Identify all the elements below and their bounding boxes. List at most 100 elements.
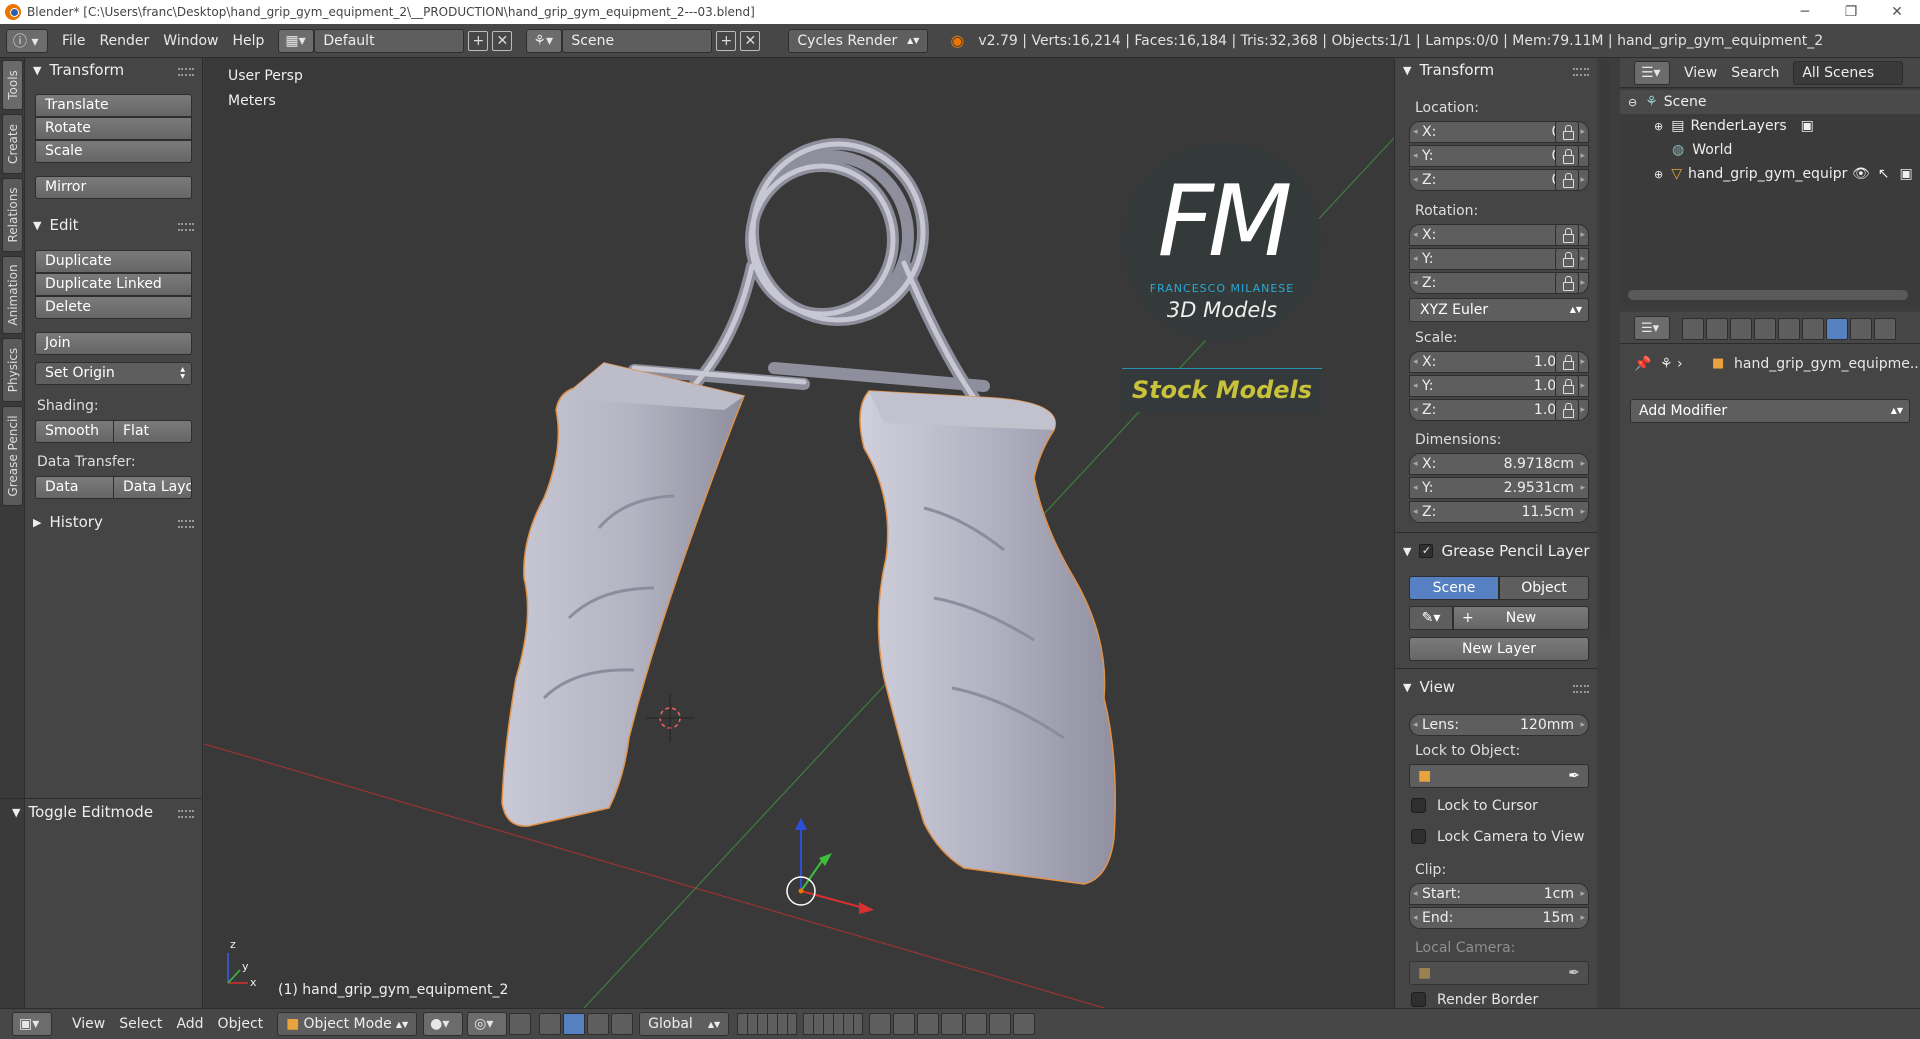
lock-object-field[interactable]: ■ ✒ — [1409, 764, 1589, 788]
scale-manipulator-icon[interactable] — [587, 1013, 610, 1035]
translate-manipulator-icon[interactable] — [539, 1013, 562, 1035]
drag-grip-icon[interactable] — [1573, 68, 1589, 76]
screen-layout-icon[interactable]: ▦▾ — [278, 28, 315, 53]
lock-location-y-icon[interactable] — [1555, 145, 1579, 167]
manipulator-toggle-icon[interactable] — [509, 1013, 532, 1035]
lock-camera-checkbox[interactable] — [1411, 829, 1426, 844]
transform-panel-header[interactable]: ▼ Transform — [33, 61, 124, 79]
maximize-button[interactable]: ❐ — [1828, 4, 1874, 20]
lens-field[interactable]: Lens: 120mm — [1409, 714, 1589, 736]
tab-relations[interactable]: Relations — [2, 178, 23, 252]
smooth-button[interactable]: Smooth — [35, 420, 114, 443]
render-layers-tab-icon[interactable] — [1706, 318, 1728, 340]
properties-scrollbar[interactable] — [1600, 60, 1610, 640]
eyedropper-icon[interactable]: ✒ — [1568, 765, 1580, 787]
3d-cursor-icon[interactable] — [646, 694, 694, 742]
grease-pencil-layer-header[interactable]: ▼ ✓ Grease Pencil Layer — [1403, 542, 1590, 560]
drag-grip-icon[interactable] — [1573, 685, 1589, 693]
mirror-button[interactable]: Mirror — [35, 176, 192, 199]
grease-scene-button[interactable]: Scene — [1409, 576, 1499, 600]
layers-grid-1[interactable] — [737, 1013, 798, 1035]
tab-create[interactable]: Create — [2, 114, 23, 174]
lock-to-cursor-checkbox[interactable] — [1411, 798, 1426, 813]
scene-field[interactable]: Scene — [562, 28, 713, 53]
lock-scale-z-icon[interactable] — [1555, 399, 1579, 421]
editor-type-info-button[interactable]: ⓘ ▾ — [6, 28, 48, 53]
collapse-icon[interactable]: ⊖ — [1628, 96, 1637, 109]
visibility-eye-icon[interactable]: 👁 — [1852, 166, 1870, 182]
render-preview-icon[interactable] — [989, 1013, 1012, 1035]
lock-rotation-x-icon[interactable] — [1555, 224, 1579, 246]
render-engine-dropdown[interactable]: Cycles Render ▲▼ — [788, 28, 929, 53]
data-transfer-button[interactable]: Data — [35, 476, 114, 499]
n-transform-header[interactable]: ▼ Transform — [1403, 61, 1494, 79]
new-layer-button[interactable]: New Layer — [1409, 637, 1589, 661]
outliner-editor-icon[interactable]: ☰▾ — [1634, 60, 1670, 85]
menu-help[interactable]: Help — [232, 33, 264, 49]
delete-button[interactable]: Delete — [35, 296, 192, 319]
outliner-row-renderlayers[interactable]: ⊕ ▤ RenderLayers ▣ — [1620, 114, 1920, 138]
grease-object-button[interactable]: Object — [1499, 576, 1589, 600]
right-handle-mesh[interactable] — [859, 390, 1116, 885]
outliner-scrollbar[interactable] — [1628, 290, 1908, 300]
object-tab-icon[interactable] — [1778, 318, 1800, 340]
translate-button[interactable]: Translate — [35, 94, 192, 117]
duplicate-button[interactable]: Duplicate — [35, 250, 192, 273]
lock-location-z-icon[interactable] — [1555, 169, 1579, 191]
orientation-dropdown[interactable]: Global ▲▼ — [639, 1012, 730, 1036]
data-tab-icon[interactable] — [1850, 318, 1872, 340]
menu-add[interactable]: Add — [176, 1016, 203, 1032]
tab-animation[interactable]: Animation — [2, 256, 23, 334]
expand-icon[interactable]: ⊕ — [1654, 120, 1663, 133]
dimension-y-field[interactable]: Y: 2.9531cm — [1409, 477, 1589, 499]
drag-grip-icon[interactable] — [178, 810, 194, 818]
transform-manipulator-icon[interactable] — [786, 818, 874, 914]
grease-new-button[interactable]: + New — [1453, 606, 1589, 630]
tab-grease-pencil[interactable]: Grease Pencil — [2, 406, 23, 506]
view-panel-header[interactable]: ▼ View — [1403, 678, 1455, 696]
pencil-datablock-icon[interactable]: ✎▾ — [1409, 606, 1453, 630]
outliner-search-menu[interactable]: Search — [1731, 65, 1779, 81]
render-tab-icon[interactable] — [1682, 318, 1704, 340]
eyedropper-icon[interactable]: ✒ — [1568, 962, 1580, 984]
outliner-view-menu[interactable]: View — [1684, 65, 1717, 81]
selectability-cursor-icon[interactable]: ↖ — [1878, 166, 1890, 182]
viewport-shading-icon[interactable]: ●▾ — [423, 1012, 464, 1036]
render-camera-icon[interactable]: ▣ — [1900, 166, 1913, 182]
material-tab-icon[interactable] — [1874, 318, 1896, 340]
join-button[interactable]: Join — [35, 332, 192, 355]
left-handle-mesh[interactable] — [501, 362, 746, 827]
rotation-mode-dropdown[interactable]: XYZ Euler ▲▼ — [1409, 298, 1589, 322]
mode-dropdown[interactable]: ■ Object Mode ▲▼ — [277, 1012, 418, 1036]
lock-layers-icon[interactable] — [869, 1013, 892, 1035]
render-animation-icon[interactable] — [1013, 1013, 1036, 1035]
menu-render[interactable]: Render — [99, 33, 149, 49]
grease-pencil-checkbox[interactable]: ✓ — [1419, 544, 1434, 558]
remove-scene-icon[interactable]: ✕ — [740, 30, 761, 51]
pin-icon[interactable]: 📌 — [1634, 356, 1651, 372]
add-modifier-dropdown[interactable]: Add Modifier ▲▼ — [1630, 399, 1910, 423]
toggle-editmode-panel-header[interactable]: ▼ Toggle Editmode — [12, 803, 153, 821]
lock-rotation-z-icon[interactable] — [1555, 272, 1579, 294]
world-tab-icon[interactable] — [1754, 318, 1776, 340]
lock-location-x-icon[interactable] — [1555, 121, 1579, 143]
add-scene-icon[interactable]: + — [716, 30, 737, 51]
rotate-manipulator-icon[interactable] — [563, 1013, 586, 1035]
scale-button[interactable]: Scale — [35, 140, 192, 163]
constraints-tab-icon[interactable] — [1802, 318, 1824, 340]
properties-editor-icon[interactable]: ☰▾ — [1634, 316, 1670, 340]
edit-panel-header[interactable]: ▼ Edit — [33, 216, 79, 234]
clip-start-field[interactable]: Start: 1cm — [1409, 883, 1589, 905]
clip-end-field[interactable]: End: 15m — [1409, 907, 1589, 929]
tab-physics[interactable]: Physics — [2, 338, 23, 402]
data-layout-button[interactable]: Data Layo — [113, 476, 192, 499]
drag-grip-icon[interactable] — [178, 520, 194, 528]
local-camera-field[interactable]: ■ ✒ — [1409, 961, 1589, 985]
layout-field[interactable]: Default — [314, 28, 465, 53]
duplicate-linked-button[interactable]: Duplicate Linked — [35, 273, 192, 296]
drag-grip-icon[interactable] — [178, 223, 194, 231]
outliner-row-scene[interactable]: ⊖ ⚘ Scene — [1620, 90, 1920, 114]
menu-select[interactable]: Select — [119, 1016, 162, 1032]
menu-window[interactable]: Window — [163, 33, 218, 49]
snap-icon[interactable] — [917, 1013, 940, 1035]
